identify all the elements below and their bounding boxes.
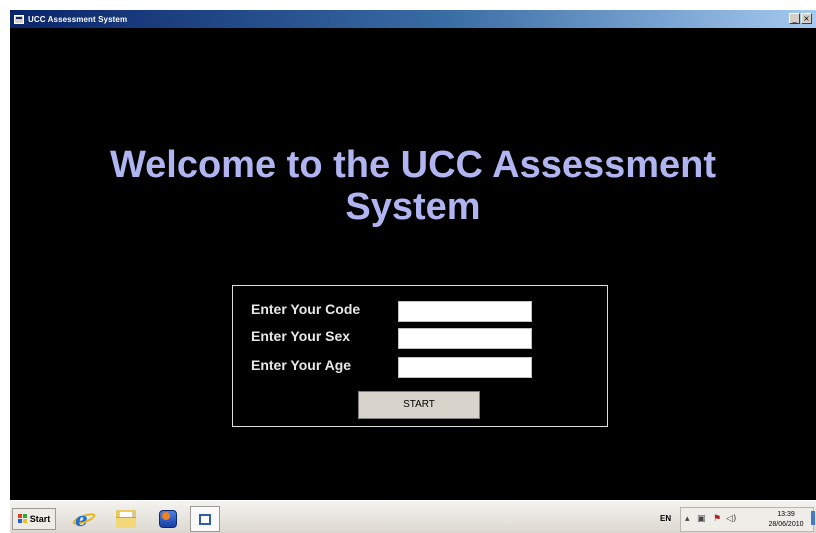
action-center-icon[interactable]: ⚑ — [713, 514, 721, 524]
window-controls: _ × — [789, 13, 812, 24]
code-label: Enter Your Code — [251, 301, 361, 317]
show-hidden-icons-icon[interactable]: ▴ — [685, 514, 690, 524]
window-title: UCC Assessment System — [28, 14, 128, 24]
code-input[interactable] — [398, 301, 532, 322]
start-button[interactable]: START — [358, 391, 480, 419]
clock-time: 13:39 — [777, 511, 795, 518]
age-input[interactable] — [398, 357, 532, 378]
start-button-taskbar[interactable]: Start — [12, 508, 56, 530]
welcome-line-2: System — [345, 186, 481, 228]
language-indicator[interactable]: EN — [660, 514, 671, 523]
show-desktop-button[interactable] — [811, 511, 815, 525]
taskbar: Start e EN ▴ ▣ ⚑ ◁) 13:39 28/06/2010 — [10, 500, 816, 533]
clock[interactable]: 13:39 28/06/2010 — [759, 510, 813, 530]
sex-label: Enter Your Sex — [251, 328, 351, 344]
volume-icon[interactable]: ◁) — [726, 514, 736, 524]
system-tray: ▴ ▣ ⚑ ◁) 13:39 28/06/2010 — [680, 507, 814, 532]
taskbar-window-button[interactable] — [190, 506, 220, 532]
minimize-button[interactable]: _ — [789, 13, 800, 24]
welcome-line-1: Welcome to the UCC Assessment — [109, 144, 717, 186]
sex-input[interactable] — [398, 328, 532, 349]
welcome-heading: Welcome to the UCC Assessment System — [10, 144, 816, 228]
title-bar: UCC Assessment System _ × — [10, 10, 816, 28]
close-button[interactable]: × — [801, 13, 812, 24]
windows-logo-icon — [17, 514, 28, 524]
start-label: Start — [29, 514, 51, 524]
media-player-icon[interactable] — [156, 508, 180, 530]
internet-explorer-icon[interactable]: e — [71, 508, 97, 530]
network-icon[interactable]: ▣ — [697, 514, 706, 524]
clock-date: 28/06/2010 — [768, 521, 804, 528]
window-icon — [199, 514, 211, 525]
login-form: Enter Your Code Enter Your Sex Enter You… — [232, 285, 608, 427]
screen: UCC Assessment System _ × Welcome to the… — [10, 10, 816, 533]
app-icon — [14, 14, 24, 24]
folder-icon[interactable] — [114, 508, 138, 530]
main-content: Welcome to the UCC Assessment System Ent… — [10, 28, 816, 500]
age-label: Enter Your Age — [251, 357, 352, 373]
